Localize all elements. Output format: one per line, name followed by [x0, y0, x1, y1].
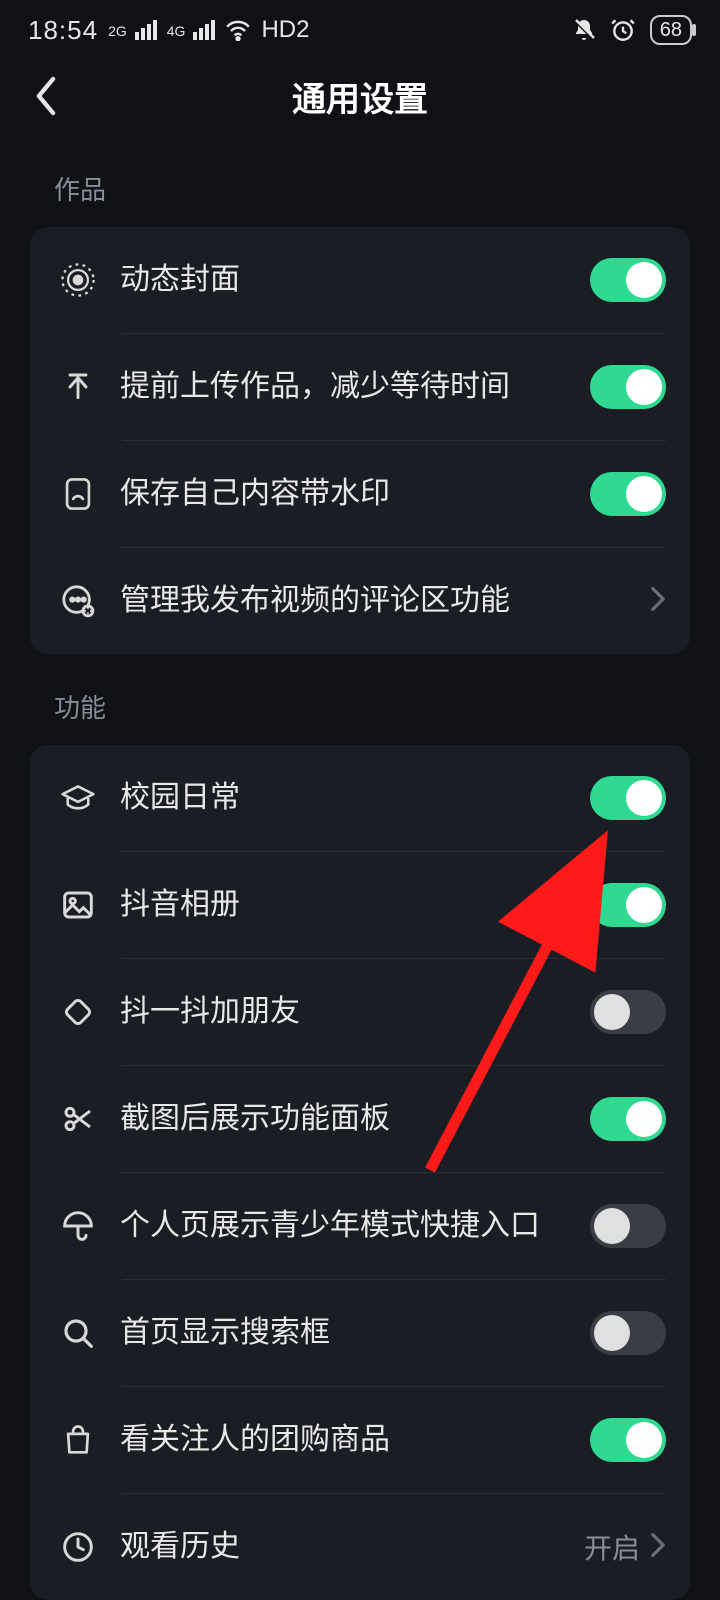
search-icon	[56, 1311, 100, 1355]
back-button[interactable]	[22, 72, 70, 120]
bag-icon	[56, 1418, 100, 1462]
wifi-icon	[225, 19, 251, 41]
shake-icon	[56, 990, 100, 1034]
toggle-home-search[interactable]	[590, 1311, 666, 1355]
row-watermark[interactable]: 保存自己内容带水印	[30, 441, 690, 547]
row-pre-upload[interactable]: 提前上传作品，减少等待时间	[30, 334, 690, 440]
row-label: 看关注人的团购商品	[120, 1420, 590, 1461]
row-home-search[interactable]: 首页显示搜索框	[30, 1280, 690, 1386]
hd-indicator: HD2	[261, 16, 309, 44]
row-watch-history[interactable]: 观看历史 开启	[30, 1494, 690, 1600]
row-label: 动态封面	[120, 260, 590, 301]
row-label: 抖音相册	[120, 885, 590, 926]
graduation-icon	[56, 776, 100, 820]
alarm-icon	[610, 17, 636, 43]
row-value: 开启	[584, 1527, 640, 1567]
toggle-shake-friend[interactable]	[590, 990, 666, 1034]
section-label-features: 功能	[0, 654, 720, 745]
row-label: 抖一抖加朋友	[120, 992, 590, 1033]
toggle-screenshot-panel[interactable]	[590, 1097, 666, 1141]
row-manage-comments[interactable]: 管理我发布视频的评论区功能	[30, 548, 690, 654]
toggle-follow-group-buy[interactable]	[590, 1418, 666, 1462]
toggle-pre-upload[interactable]	[590, 365, 666, 409]
row-label: 截图后展示功能面板	[120, 1099, 590, 1140]
status-time: 18:54	[28, 15, 98, 46]
toggle-dynamic-cover[interactable]	[590, 258, 666, 302]
row-shake-friend[interactable]: 抖一抖加朋友	[30, 959, 690, 1065]
section-card-features: 校园日常 抖音相册 抖一抖加朋友 截图后展示功能面板 个人页展示青少年模式快捷入…	[30, 745, 690, 1600]
row-teen-mode-shortcut[interactable]: 个人页展示青少年模式快捷入口	[30, 1173, 690, 1279]
toggle-watermark[interactable]	[590, 472, 666, 516]
signal-2: 4G	[167, 20, 216, 40]
row-label: 观看历史	[120, 1527, 584, 1568]
row-douyin-album[interactable]: 抖音相册	[30, 852, 690, 958]
toggle-campus-daily[interactable]	[590, 776, 666, 820]
toggle-douyin-album[interactable]	[590, 883, 666, 927]
page-title: 通用设置	[292, 72, 428, 121]
scissors-icon	[56, 1097, 100, 1141]
umbrella-icon	[56, 1204, 100, 1248]
comment-gear-icon	[56, 579, 100, 623]
row-label: 管理我发布视频的评论区功能	[120, 581, 650, 622]
battery-indicator: 68	[650, 15, 692, 45]
section-label-works: 作品	[0, 136, 720, 227]
bell-off-icon	[572, 18, 596, 42]
upload-icon	[56, 365, 100, 409]
status-left: 18:54 2G 4G HD2	[28, 15, 309, 46]
row-screenshot-panel[interactable]: 截图后展示功能面板	[30, 1066, 690, 1172]
signal-1: 2G	[108, 20, 157, 40]
row-label: 校园日常	[120, 778, 590, 819]
section-card-works: 动态封面 提前上传作品，减少等待时间 保存自己内容带水印 管理我发布视频的评论区…	[30, 227, 690, 654]
row-label: 保存自己内容带水印	[120, 474, 590, 515]
toggle-teen-mode-shortcut[interactable]	[590, 1204, 666, 1248]
chevron-right-icon	[650, 586, 666, 617]
row-dynamic-cover[interactable]: 动态封面	[30, 227, 690, 333]
tablet-icon	[56, 472, 100, 516]
status-right: 68	[572, 15, 692, 45]
clock-icon	[56, 1525, 100, 1569]
page-header: 通用设置	[0, 56, 720, 136]
row-campus-daily[interactable]: 校园日常	[30, 745, 690, 851]
row-label: 首页显示搜索框	[120, 1313, 590, 1354]
status-bar: 18:54 2G 4G HD2 68	[0, 0, 720, 56]
chevron-right-icon	[650, 1532, 666, 1563]
image-icon	[56, 883, 100, 927]
row-follow-group-buy[interactable]: 看关注人的团购商品	[30, 1387, 690, 1493]
row-label: 个人页展示青少年模式快捷入口	[120, 1206, 590, 1247]
target-icon	[56, 258, 100, 302]
row-label: 提前上传作品，减少等待时间	[120, 367, 590, 408]
